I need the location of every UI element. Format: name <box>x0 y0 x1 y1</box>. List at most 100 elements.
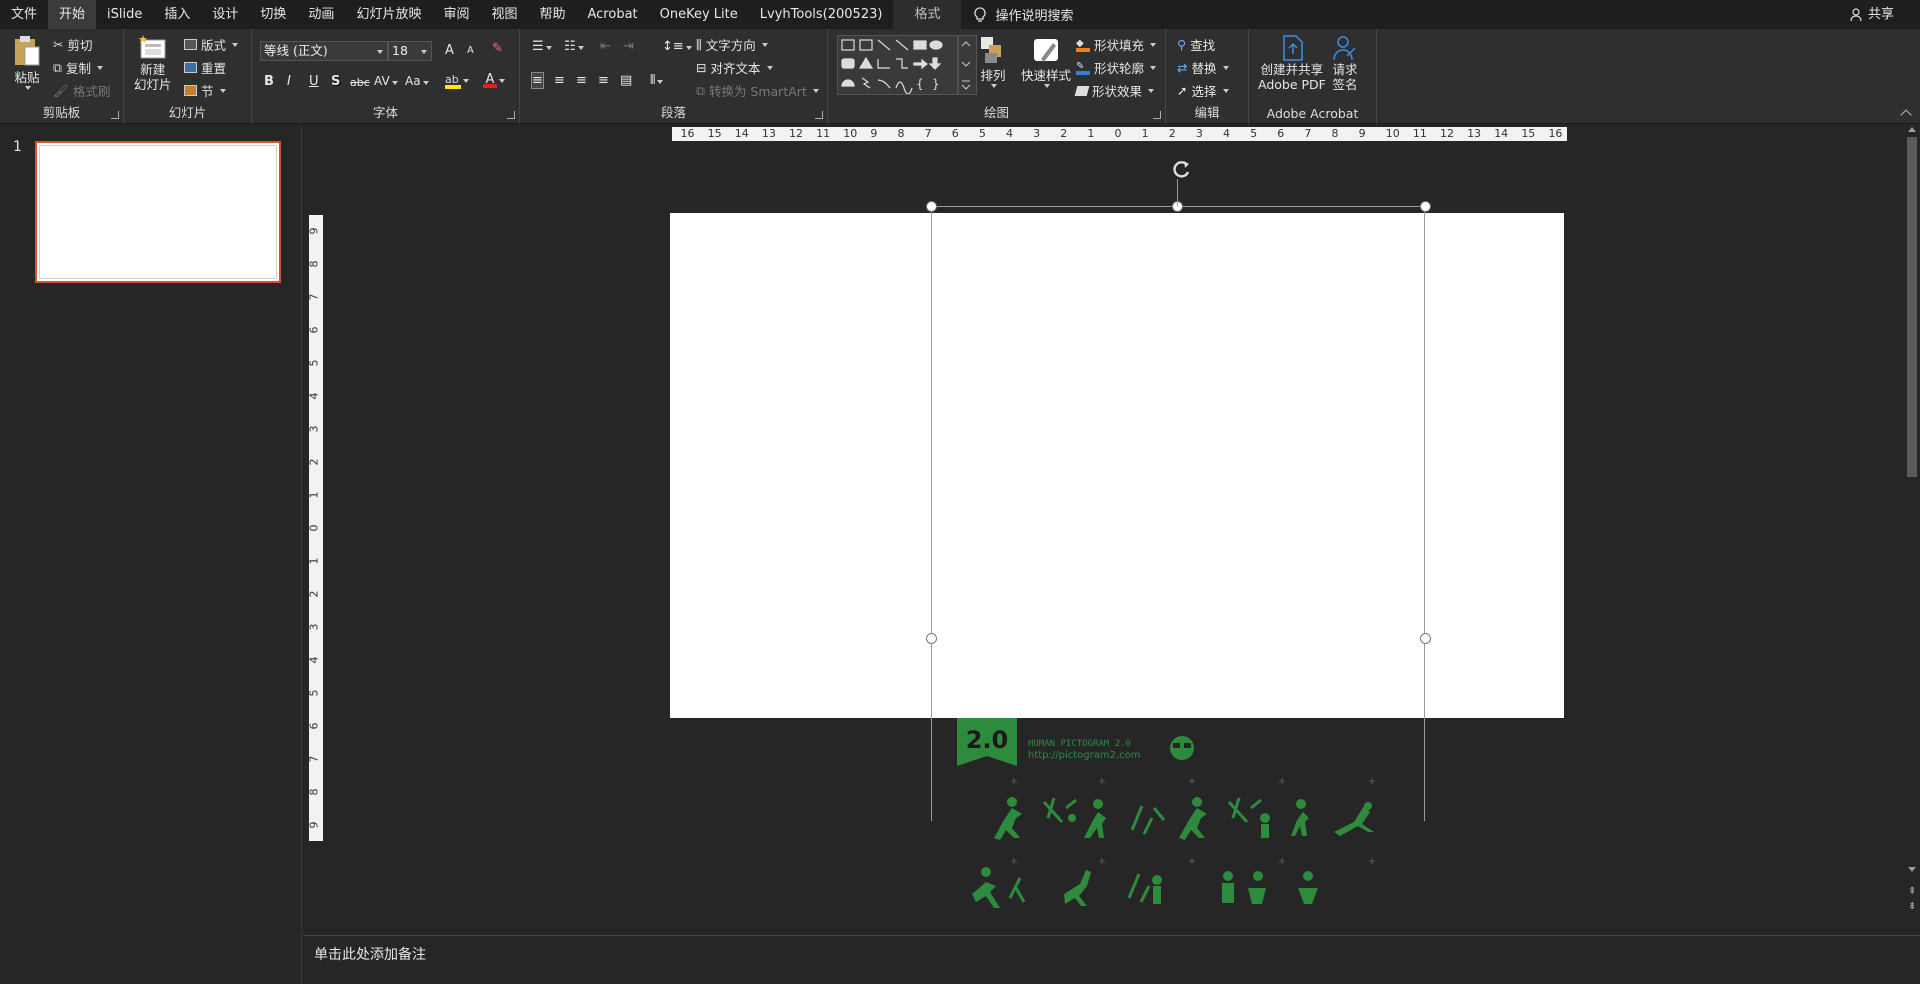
grow-font-button[interactable]: A <box>445 43 454 58</box>
font-name-value: 等线 (正文) <box>264 43 328 58</box>
paragraph-launcher-icon[interactable] <box>815 111 823 119</box>
rotate-handle-icon[interactable] <box>1172 159 1192 179</box>
ruler-tick-label: 2 <box>307 590 321 598</box>
shape-outline-button[interactable]: ✎ 形状轮廓 <box>1076 58 1157 77</box>
scroll-down-icon[interactable] <box>1908 867 1916 872</box>
copy-button[interactable]: ⧉ 复制 <box>53 58 103 77</box>
tell-me-search[interactable]: 操作说明搜索 <box>961 5 1073 24</box>
prev-slide-icon[interactable]: ⇞ <box>1908 887 1916 897</box>
find-button[interactable]: ⚲ 查找 <box>1177 35 1215 54</box>
shape-fill-button[interactable]: ◆ 形状填充 <box>1076 35 1157 54</box>
format-painter-button[interactable]: 🖌 格式刷 <box>53 81 110 100</box>
menu-review[interactable]: 审阅 <box>432 0 480 29</box>
strikethrough-button[interactable]: abc <box>350 76 370 89</box>
font-launcher-icon[interactable] <box>507 111 515 119</box>
highlight-button[interactable]: ab <box>445 72 469 89</box>
underline-button[interactable]: U <box>309 74 319 89</box>
align-center-icon[interactable]: ≡ <box>554 73 565 88</box>
text-direction-button[interactable]: ⫼ 文字方向 <box>696 35 768 54</box>
columns-icon: ⫴ <box>650 73 656 88</box>
bullets-button[interactable]: ☰ <box>532 39 552 54</box>
italic-button[interactable]: I <box>287 74 291 89</box>
reset-button[interactable]: 重置 <box>184 58 226 77</box>
layout-button[interactable]: 版式 <box>184 35 239 54</box>
justify-icon[interactable]: ≡ <box>598 73 609 88</box>
cut-button[interactable]: ✂ 剪切 <box>53 35 93 54</box>
menu-help[interactable]: 帮助 <box>528 0 576 29</box>
line-spacing-button[interactable]: ↕≡ <box>662 39 692 54</box>
vertical-scrollbar[interactable]: ⇞ ⇟ <box>1905 125 1920 935</box>
ruler-tick-label: 5 <box>307 359 321 367</box>
align-left-icon[interactable]: ≡ <box>531 72 544 89</box>
increase-indent-icon[interactable]: ⇥ <box>623 39 634 54</box>
menu-view[interactable]: 视图 <box>480 0 528 29</box>
resize-handle-middle-left[interactable] <box>926 633 937 644</box>
ruler-tick-label: 5 <box>307 689 321 697</box>
menu-transitions[interactable]: 切换 <box>249 0 297 29</box>
menu-file[interactable]: 文件 <box>0 0 48 29</box>
request-signature-button[interactable]: 请求 签名 <box>1331 34 1359 92</box>
menu-onekey[interactable]: OneKey Lite <box>649 0 749 29</box>
change-case-button[interactable]: Aa <box>405 74 429 88</box>
ruler-tick-label: 9 <box>307 227 321 235</box>
vertical-scroll-thumb[interactable] <box>1907 137 1917 477</box>
collapse-ribbon-icon[interactable] <box>1900 109 1912 121</box>
menu-slideshow[interactable]: 幻灯片放映 <box>345 0 432 29</box>
reset-icon <box>184 62 197 73</box>
resize-handle-top-right[interactable] <box>1420 201 1431 212</box>
scroll-up-icon[interactable] <box>1908 127 1916 132</box>
menu-lvyhtools[interactable]: LvyhTools(200523) <box>749 0 894 29</box>
font-size-combo[interactable]: 18 <box>388 41 432 61</box>
format-painter-label: 格式刷 <box>72 84 111 99</box>
shrink-font-button[interactable]: A <box>467 45 474 56</box>
ruler-tick-label: 11 <box>816 127 831 140</box>
create-share-pdf-button[interactable]: 创建并共享 Adobe PDF <box>1258 34 1326 92</box>
resize-handle-middle-right[interactable] <box>1420 633 1431 644</box>
ruler-tick-label: 7 <box>307 293 321 301</box>
ruler-tick-label: 4 <box>1222 127 1230 140</box>
menu-animations[interactable]: 动画 <box>297 0 345 29</box>
paste-button[interactable]: 粘贴 <box>12 35 42 90</box>
bold-button[interactable]: B <box>264 74 274 89</box>
font-name-combo[interactable]: 等线 (正文) <box>260 41 388 61</box>
char-spacing-button[interactable]: AV <box>374 74 398 88</box>
replace-button[interactable]: ⇄ 替换 <box>1177 58 1229 77</box>
ruler-tick-label: 16 <box>680 127 695 140</box>
menu-format[interactable]: 格式 <box>893 0 962 29</box>
highlighter-icon: ab <box>445 73 461 89</box>
menu-home[interactable]: 开始 <box>48 0 97 29</box>
share-button[interactable]: 共享 <box>1850 0 1894 29</box>
align-text-button[interactable]: ⊟ 对齐文本 <box>696 58 773 77</box>
menu-islide[interactable]: iSlide <box>96 0 153 29</box>
resize-handle-top-left[interactable] <box>926 201 937 212</box>
clear-format-icon[interactable]: ✎ <box>492 41 503 56</box>
menu-acrobat[interactable]: Acrobat <box>577 0 649 29</box>
clipboard-launcher-icon[interactable] <box>111 111 119 119</box>
ruler-tick-label: 8 <box>307 788 321 796</box>
columns-button[interactable]: ⫴ <box>650 73 664 88</box>
slide-thumbnail[interactable] <box>35 141 281 283</box>
notes-pane[interactable]: 单击此处添加备注 <box>303 935 1920 984</box>
select-button[interactable]: ➚ 选择 <box>1177 81 1229 100</box>
drawing-launcher-icon[interactable] <box>1153 111 1161 119</box>
pdf-share-icon <box>1283 35 1303 61</box>
font-color-button[interactable]: A <box>483 72 505 88</box>
ruler-tick-label: 1 <box>1141 127 1149 140</box>
convert-smartart-button[interactable]: ⧉ 转换为 SmartArt <box>696 81 819 100</box>
shadow-button[interactable]: S <box>331 74 340 89</box>
shapes-gallery[interactable]: { } <box>837 35 977 95</box>
section-button[interactable]: 节 <box>184 81 226 100</box>
selection-box[interactable] <box>931 206 1425 821</box>
new-slide-button[interactable]: 新建 幻灯片 <box>134 34 172 92</box>
align-right-icon[interactable]: ≡ <box>576 73 587 88</box>
arrange-button[interactable]: 排列 <box>979 35 1007 88</box>
ruler-tick-label: 5 <box>978 127 986 140</box>
quick-styles-button[interactable]: 快速样式 <box>1021 35 1071 88</box>
decrease-indent-icon[interactable]: ⇤ <box>600 39 611 54</box>
shape-effects-button[interactable]: 形状效果 <box>1074 81 1155 100</box>
menu-insert[interactable]: 插入 <box>153 0 201 29</box>
menu-design[interactable]: 设计 <box>201 0 249 29</box>
next-slide-icon[interactable]: ⇟ <box>1908 902 1916 912</box>
distribute-icon[interactable]: ▤ <box>620 73 632 88</box>
numbering-button[interactable]: ☷ <box>564 39 584 54</box>
